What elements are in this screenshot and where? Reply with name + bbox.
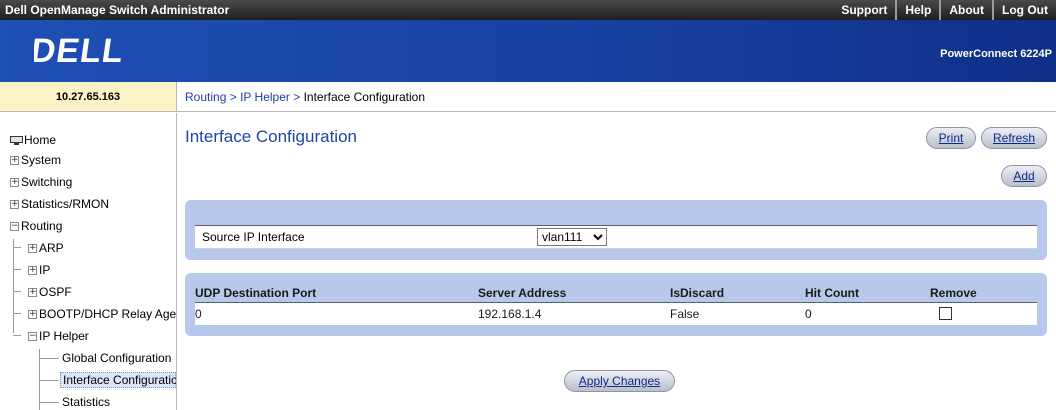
expand-icon[interactable]: + (10, 155, 19, 165)
add-button[interactable]: Add (1001, 165, 1047, 187)
tree-line (13, 335, 21, 336)
breadcrumb-separator: > (229, 90, 237, 104)
sidebar-item-label: Statistics/RMON (21, 197, 110, 211)
tree-line (13, 291, 21, 292)
sidebar-item-switching[interactable]: + Switching (10, 175, 72, 189)
support-link[interactable]: Support (833, 0, 895, 20)
sidebar-item-label: System (21, 153, 62, 167)
tree-line (13, 269, 21, 270)
tree-line (39, 358, 59, 359)
logout-link[interactable]: Log Out (992, 0, 1056, 20)
sidebar-item-label: Switching (21, 175, 73, 189)
source-interface-panel: Source IP Interface vlan111 (185, 200, 1047, 260)
collapse-icon[interactable]: − (10, 221, 19, 231)
sidebar-item-bootp-dhcp-relay[interactable]: + BOOTP/DHCP Relay Agent (28, 307, 177, 321)
tree-line (13, 239, 14, 333)
top-links: Support Help About Log Out (833, 0, 1056, 20)
breadcrumb-ip-helper[interactable]: IP Helper (240, 90, 290, 104)
expand-icon[interactable]: + (28, 287, 37, 297)
sidebar-item-global-configuration[interactable]: Global Configuration (62, 351, 171, 365)
breadcrumb: Routing > IP Helper > Interface Configur… (177, 82, 1056, 112)
tree-line (39, 402, 59, 403)
cell-udp-port: 0 (195, 307, 202, 321)
help-link[interactable]: Help (895, 0, 939, 20)
breadcrumb-separator: > (293, 90, 301, 104)
tree-line (13, 247, 21, 248)
sidebar-item-label: Global Configuration (62, 351, 172, 365)
sidebar-item-label: Routing (21, 219, 63, 233)
expand-icon[interactable]: + (28, 243, 37, 253)
app-title: Dell OpenManage Switch Administrator (5, 3, 230, 17)
sidebar-item-ip[interactable]: + IP (28, 263, 50, 277)
tree-line (39, 380, 59, 381)
breadcrumb-current: Interface Configuration (303, 90, 425, 104)
sidebar-item-home[interactable]: Home (10, 133, 56, 147)
col-server-address: Server Address (478, 286, 567, 300)
main-content: Interface Configuration Print Refresh Ad… (177, 113, 1056, 410)
helper-table-panel: UDP Destination Port Server Address IsDi… (185, 273, 1047, 336)
breadcrumb-routing[interactable]: Routing (185, 90, 226, 104)
sidebar-item-label: Statistics (62, 395, 111, 409)
tree-line (13, 313, 21, 314)
refresh-button[interactable]: Refresh (981, 127, 1047, 149)
source-interface-row: Source IP Interface vlan111 (195, 225, 1037, 249)
apply-changes-button[interactable]: Apply Changes (564, 370, 675, 392)
print-button[interactable]: Print (926, 127, 976, 149)
page-title: Interface Configuration (185, 127, 357, 146)
sidebar-item-interface-configuration[interactable]: Interface Configuration (60, 372, 176, 388)
banner: DELL PowerConnect 6224P (0, 20, 1056, 82)
cell-server-address: 192.168.1.4 (478, 307, 542, 321)
col-remove: Remove (930, 286, 977, 300)
sidebar: Home + System + Switching + Statistics/R… (0, 113, 177, 410)
sidebar-item-ip-helper[interactable]: − IP Helper (28, 329, 89, 343)
model-name: PowerConnect 6224P (940, 48, 1052, 60)
sidebar-item-statistics[interactable]: Statistics (62, 395, 110, 409)
expand-icon[interactable]: + (28, 309, 37, 319)
sidebar-item-label: OSPF (39, 285, 72, 299)
sidebar-item-label: IP Helper (39, 329, 89, 343)
source-interface-label: Source IP Interface (202, 230, 305, 244)
about-link[interactable]: About (939, 0, 992, 20)
col-isdiscard: IsDiscard (670, 286, 725, 300)
expand-icon[interactable]: + (10, 177, 19, 187)
col-hit-count: Hit Count (805, 286, 859, 300)
sidebar-item-label: Interface Configuration (63, 373, 177, 387)
cell-isdiscard: False (670, 307, 700, 321)
sidebar-item-label: IP (39, 263, 51, 277)
source-interface-select[interactable]: vlan111 (537, 228, 607, 246)
sidebar-item-label: Home (24, 133, 57, 147)
dell-logo: DELL (34, 32, 126, 70)
collapse-icon[interactable]: − (28, 331, 37, 341)
top-bar: Dell OpenManage Switch Administrator Sup… (0, 0, 1056, 20)
sidebar-item-system[interactable]: + System (10, 153, 61, 167)
expand-icon[interactable]: + (10, 199, 19, 209)
sidebar-item-label: BOOTP/DHCP Relay Agent (39, 307, 177, 321)
monitor-icon (10, 135, 23, 145)
sidebar-item-arp[interactable]: + ARP (28, 241, 64, 255)
switch-ip: 10.27.65.163 (0, 82, 177, 112)
sidebar-item-ospf[interactable]: + OSPF (28, 285, 72, 299)
sidebar-item-label: ARP (39, 241, 64, 255)
cell-hit-count: 0 (805, 307, 812, 321)
sidebar-item-routing[interactable]: − Routing (10, 219, 62, 233)
remove-checkbox[interactable] (939, 307, 952, 320)
sidebar-item-statistics-rmon[interactable]: + Statistics/RMON (10, 197, 109, 211)
expand-icon[interactable]: + (28, 265, 37, 275)
col-udp-destination-port: UDP Destination Port (195, 286, 317, 300)
svg-text:DELL: DELL (34, 32, 126, 70)
table-row: 0 192.168.1.4 False 0 (195, 303, 1037, 325)
